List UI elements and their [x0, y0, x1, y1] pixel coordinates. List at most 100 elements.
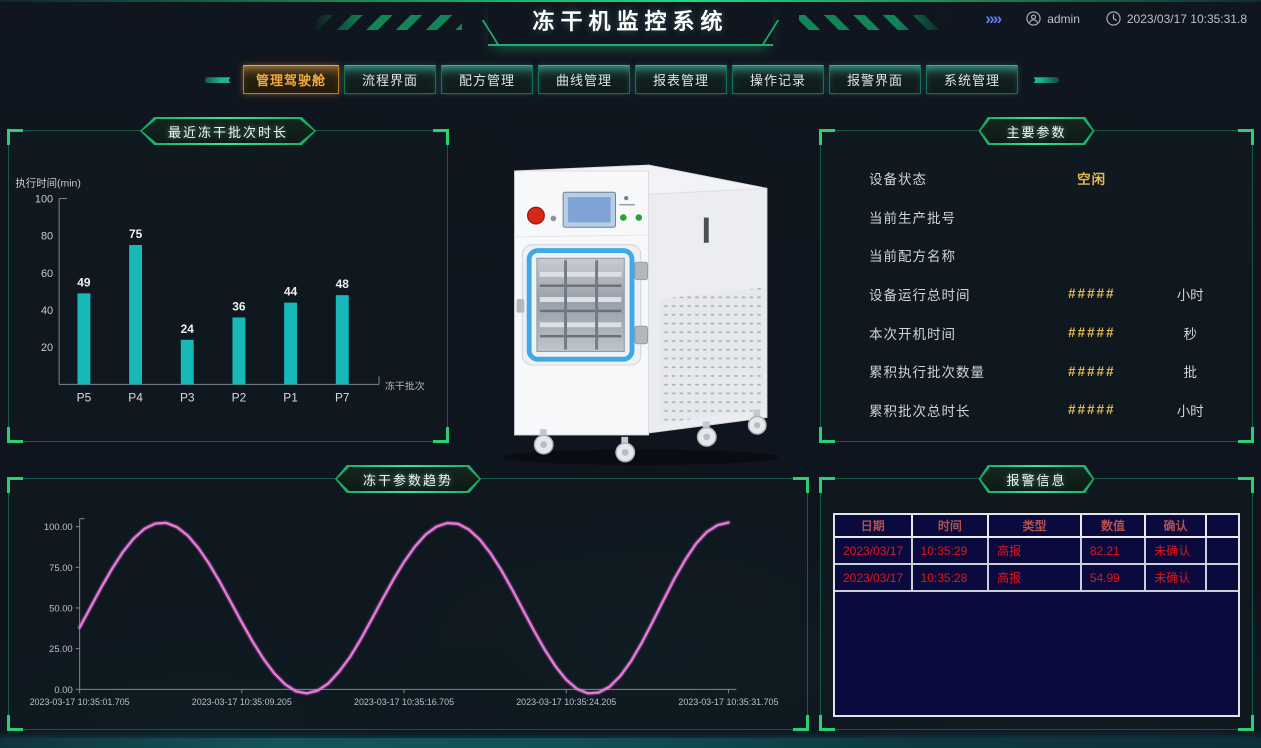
param-label: 当前生产批号	[869, 207, 1037, 227]
alarm-table-container[interactable]: 日期时间类型数值确认2023/03/1710:35:29高报82.21未确认20…	[833, 513, 1240, 717]
param-value: #####	[1037, 325, 1147, 340]
panel-trend: 冻干参数趋势 0.0025.0050.0075.00100.002023-03-…	[8, 478, 808, 730]
param-label: 设备状态	[869, 168, 1037, 188]
svg-text:P4: P4	[128, 390, 143, 404]
param-unit: 小时	[1146, 284, 1234, 304]
param-row: 本次开机时间#####秒	[869, 323, 1234, 343]
param-row: 累积执行批次数量#####批	[869, 361, 1234, 381]
alarm-cell: 82.21	[1081, 537, 1145, 564]
freeze-dryer-image	[458, 136, 808, 466]
user-menu[interactable]: admin	[1026, 11, 1080, 26]
param-label: 本次开机时间	[869, 323, 1037, 343]
panel-title: 主要参数	[1006, 122, 1066, 141]
datetime-text: 2023/03/17 10:35:31.8	[1127, 12, 1247, 26]
param-unit: 批	[1146, 361, 1234, 381]
alarm-col-header: 确认	[1145, 515, 1205, 537]
svg-text:冻干批次: 冻干批次	[385, 379, 425, 392]
app-title-frame: 冻干机监控系统	[488, 0, 772, 46]
freeze-dryer-illustration	[458, 136, 808, 466]
nav-tab-6[interactable]: 操作记录	[732, 65, 824, 94]
svg-text:44: 44	[284, 285, 298, 299]
nav-tab-3[interactable]: 配方管理	[441, 65, 533, 94]
corner-bracket	[1238, 715, 1254, 731]
param-value: #####	[1037, 286, 1147, 301]
header-stripes-right	[799, 15, 949, 30]
panel-batch-duration: 最近冻干批次时长 执行时间(min)冻干批次2040608010049P575P…	[8, 130, 448, 442]
nav-tabs: 管理驾驶舱流程界面配方管理曲线管理报表管理操作记录报警界面系统管理	[243, 65, 1018, 94]
param-label: 当前配方名称	[869, 245, 1037, 265]
svg-text:20: 20	[41, 342, 53, 354]
svg-text:2023-03-17 10:35:24.205: 2023-03-17 10:35:24.205	[516, 697, 616, 707]
svg-text:P5: P5	[77, 390, 92, 404]
alarm-cell: 10:35:29	[912, 537, 989, 564]
param-value: 空闲	[1037, 168, 1147, 188]
svg-text:2023-03-17 10:35:16.705: 2023-03-17 10:35:16.705	[354, 697, 454, 707]
svg-text:P3: P3	[180, 390, 195, 404]
corner-bracket	[819, 129, 835, 145]
nav-right-chevrons-icon: ››››››››››››	[1023, 72, 1067, 87]
nav-left-chevrons-icon: ‹‹‹‹‹‹‹‹‹‹‹‹	[194, 72, 238, 87]
alarm-cell: 未确认	[1145, 537, 1205, 564]
svg-text:100.00: 100.00	[44, 521, 73, 532]
param-row: 设备状态空闲	[869, 168, 1234, 188]
panel-main-params: 主要参数 设备状态空闲当前生产批号当前配方名称设备运行总时间#####小时本次开…	[820, 130, 1253, 442]
panel-alarms: 报警信息 日期时间类型数值确认2023/03/1710:35:29高报82.21…	[820, 478, 1253, 730]
alarm-cell: 高报	[988, 537, 1081, 564]
svg-text:36: 36	[232, 300, 246, 314]
alarm-cell: 高报	[988, 564, 1081, 591]
param-value: #####	[1037, 402, 1147, 417]
nav-tab-5[interactable]: 报表管理	[635, 65, 727, 94]
alarm-cell: 2023/03/17	[835, 537, 912, 564]
svg-text:75: 75	[129, 227, 143, 241]
datetime-display: 2023/03/17 10:35:31.8	[1106, 11, 1247, 26]
nav-tab-2[interactable]: 流程界面	[344, 65, 436, 94]
corner-bracket	[819, 715, 835, 731]
nav-tab-7[interactable]: 报警界面	[829, 65, 921, 94]
param-unit: 小时	[1146, 400, 1234, 420]
svg-text:2023-03-17 10:35:01.705: 2023-03-17 10:35:01.705	[30, 697, 130, 707]
svg-text:49: 49	[77, 275, 91, 289]
alarm-cell: 2023/03/17	[835, 564, 912, 591]
trend-line-chart: 0.0025.0050.0075.00100.002023-03-17 10:3…	[9, 479, 807, 729]
main-nav: ‹‹‹‹‹‹‹‹‹‹‹‹ 管理驾驶舱流程界面配方管理曲线管理报表管理操作记录报警…	[0, 63, 1261, 95]
panel-title-badge: 报警信息	[978, 465, 1094, 493]
alarm-col-header: 日期	[835, 515, 912, 537]
corner-bracket	[819, 477, 835, 493]
corner-bracket	[1238, 129, 1254, 145]
svg-text:80: 80	[41, 231, 53, 243]
alarm-col-header: 类型	[988, 515, 1081, 537]
user-icon	[1026, 11, 1041, 26]
alarm-table: 日期时间类型数值确认2023/03/1710:35:29高报82.21未确认20…	[835, 515, 1238, 592]
alarm-col-header: 数值	[1081, 515, 1145, 537]
fast-forward-icon[interactable]: »»	[985, 10, 1000, 27]
alarm-row[interactable]: 2023/03/1710:35:29高报82.21未确认	[835, 537, 1238, 564]
svg-text:40: 40	[41, 305, 53, 317]
svg-text:P1: P1	[283, 390, 298, 404]
param-row: 设备运行总时间#####小时	[869, 284, 1234, 304]
svg-text:2023-03-17 10:35:09.205: 2023-03-17 10:35:09.205	[192, 697, 292, 707]
header: 冻干机监控系统 »» admin 2023/03/17 10:35:31.8	[0, 0, 1261, 44]
svg-text:75.00: 75.00	[49, 562, 73, 573]
bottom-accent-bar	[0, 738, 1261, 748]
svg-text:2023-03-17 10:35:31.705: 2023-03-17 10:35:31.705	[678, 697, 778, 707]
nav-tab-8[interactable]: 系统管理	[926, 65, 1018, 94]
param-label: 累积批次总时长	[869, 400, 1037, 420]
user-name: admin	[1047, 12, 1080, 26]
alarm-row[interactable]: 2023/03/1710:35:28高报54.99未确认	[835, 564, 1238, 591]
alarm-cell: 10:35:28	[912, 564, 989, 591]
param-row: 当前配方名称	[869, 245, 1234, 265]
main-params-list: 设备状态空闲当前生产批号当前配方名称设备运行总时间#####小时本次开机时间##…	[821, 153, 1252, 433]
alarm-col-spacer	[1206, 515, 1238, 537]
nav-tab-1[interactable]: 管理驾驶舱	[243, 65, 339, 94]
alarm-cell: 未确认	[1145, 564, 1205, 591]
alarm-cell: 54.99	[1081, 564, 1145, 591]
alarm-cell	[1206, 564, 1238, 591]
corner-bracket	[1238, 477, 1254, 493]
nav-tab-4[interactable]: 曲线管理	[538, 65, 630, 94]
svg-text:50.00: 50.00	[49, 602, 73, 613]
param-row: 累积批次总时长#####小时	[869, 400, 1234, 420]
alarm-cell	[1206, 537, 1238, 564]
panel-title: 报警信息	[1006, 470, 1066, 489]
svg-text:P7: P7	[335, 390, 350, 404]
header-stripes-left	[312, 15, 462, 30]
